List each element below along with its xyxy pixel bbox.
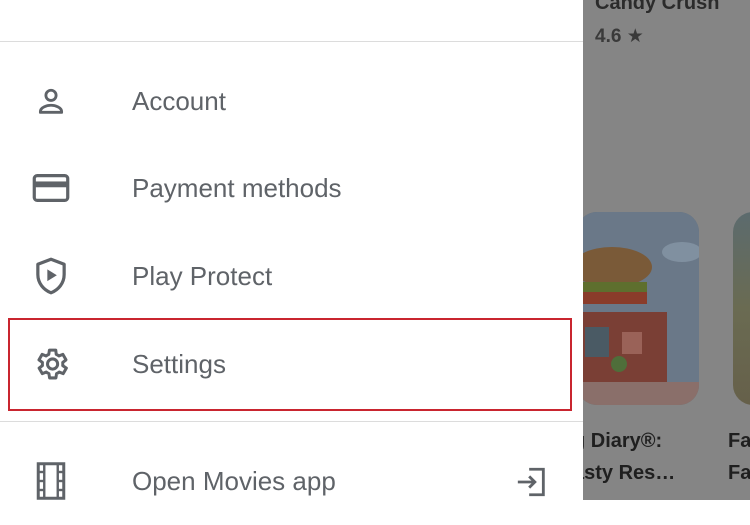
app-card-caption-2: asty Res…: [583, 462, 676, 484]
menu-item-account[interactable]: Account: [0, 57, 583, 145]
app-title: Candy Crush: [595, 0, 720, 14]
game-artwork: [583, 212, 699, 405]
app-rating: 4.6 ★: [595, 26, 644, 47]
menu-item-payment-methods[interactable]: Payment methods: [0, 144, 583, 232]
play-protect-icon: [30, 255, 72, 297]
menu-item-label: Payment methods: [132, 172, 342, 203]
menu-item-open-movies-app[interactable]: Open Movies app: [0, 437, 583, 525]
app-card-image-2: [733, 212, 750, 405]
app-card-caption: g Diary®:: [583, 430, 663, 452]
menu-item-label: Account: [132, 85, 226, 116]
app-card-image: [583, 212, 699, 405]
menu-item-label: Play Protect: [132, 260, 273, 291]
film-icon: [30, 460, 72, 502]
background-content-scrim[interactable]: Candy Crush 4.6 ★ g Diary®: asty Res… Fa…: [583, 0, 750, 500]
navigation-drawer: Account Payment methods Play Protect Set…: [0, 0, 583, 500]
app-card2-caption: Fa: [728, 430, 750, 452]
app-card2-caption-2: Fa: [728, 462, 750, 484]
menu-item-label: Open Movies app: [132, 465, 336, 496]
credit-card-icon: [30, 167, 72, 209]
menu-item-play-protect[interactable]: Play Protect: [0, 232, 583, 320]
divider: [0, 421, 583, 422]
divider: [0, 41, 583, 42]
settings-highlight-box: [8, 318, 572, 411]
open-external-icon[interactable]: [512, 462, 552, 502]
account-icon: [30, 80, 72, 122]
